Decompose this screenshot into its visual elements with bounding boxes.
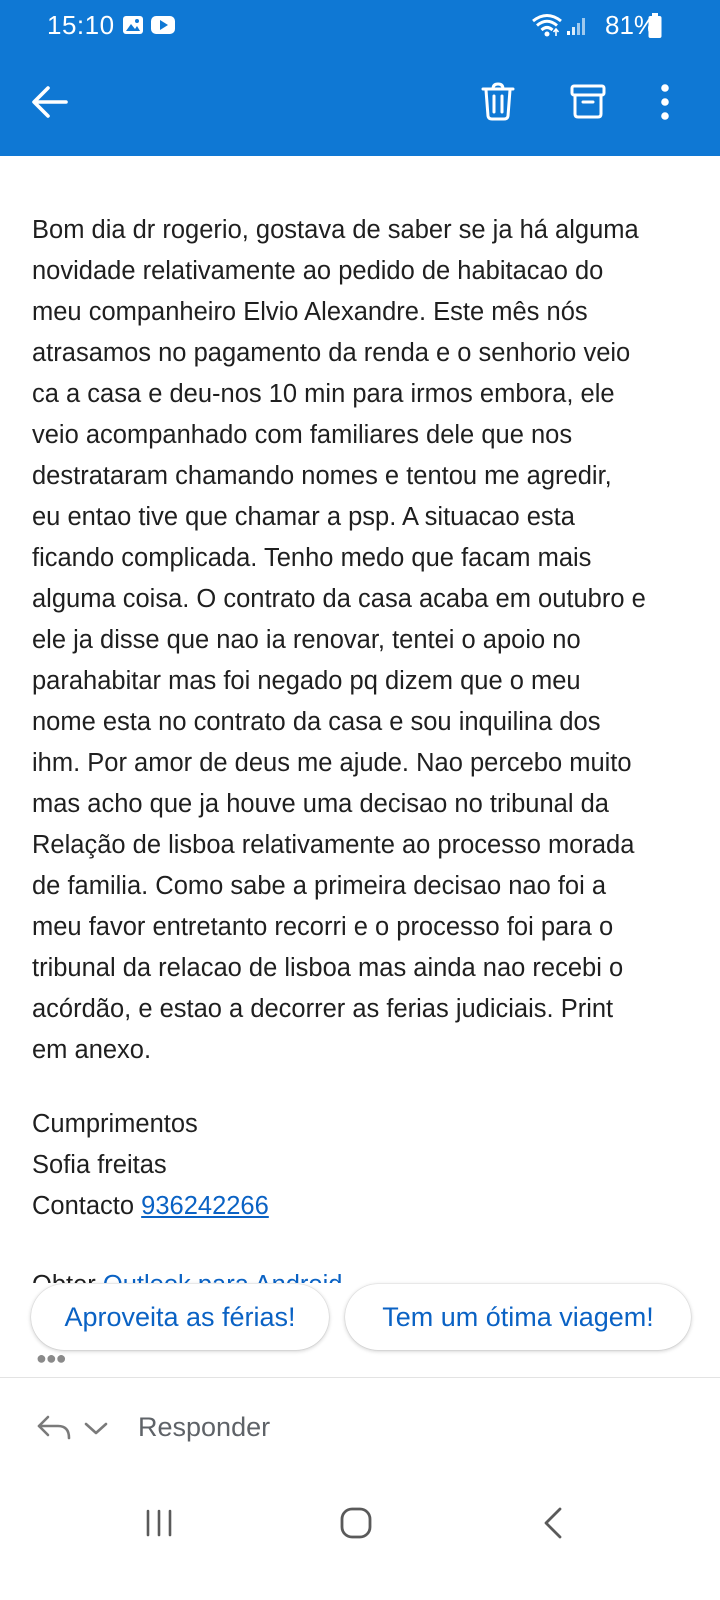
archive-button[interactable] <box>570 84 606 125</box>
reply-label[interactable]: Responder <box>138 1412 270 1443</box>
nav-back-button[interactable] <box>541 1506 565 1545</box>
trash-icon <box>480 82 516 126</box>
home-icon <box>339 1507 373 1544</box>
back-icon <box>541 1507 565 1544</box>
navigation-bar <box>0 1480 720 1600</box>
contact-phone-link[interactable]: 936242266 <box>141 1192 269 1220</box>
email-signature: Cumprimentos Sofia freitas Contacto 9362… <box>32 1104 702 1227</box>
contact-label: Contacto <box>32 1192 135 1220</box>
more-vert-icon <box>658 84 672 124</box>
email-body: Bom dia dr rogerio, gostava de saber se … <box>32 216 646 1064</box>
outlook-footer: Obter Outlook para Android <box>32 1265 452 1283</box>
smart-reply-chip[interactable]: Tem um ótima viagem! <box>345 1284 691 1350</box>
footer-prefix: Obter <box>32 1271 96 1283</box>
recent-apps-icon <box>144 1509 174 1542</box>
recent-apps-button[interactable] <box>144 1508 174 1543</box>
battery-icon <box>648 13 662 44</box>
gallery-icon <box>122 14 144 41</box>
wifi-icon <box>531 12 563 43</box>
youtube-icon <box>150 14 176 41</box>
app-bar: 15:10 81% <box>0 0 720 156</box>
reply-options-dropdown[interactable] <box>84 1422 108 1441</box>
archive-icon <box>570 84 606 124</box>
contact-line: Contacto 936242266 <box>32 1186 702 1227</box>
signal-icon <box>566 16 588 41</box>
more-dots-icon: ●●● <box>36 1348 67 1368</box>
reply-button[interactable] <box>36 1414 72 1447</box>
status-bar: 15:10 81% <box>0 0 720 52</box>
smart-reply-chip[interactable]: Aproveita as férias! <box>31 1284 329 1350</box>
arrow-left-icon <box>30 86 70 126</box>
outlook-android-link[interactable]: Outlook para Android <box>103 1271 343 1283</box>
delete-button[interactable] <box>480 82 516 127</box>
sender-name: Sofia freitas <box>32 1151 167 1179</box>
reply-bar: Responder <box>0 1378 720 1478</box>
status-time: 15:10 <box>47 10 115 40</box>
reply-icon <box>36 1415 72 1446</box>
home-button[interactable] <box>339 1506 373 1545</box>
closing-text: Cumprimentos <box>32 1110 198 1138</box>
more-options-button[interactable] <box>658 84 672 125</box>
chevron-down-icon <box>84 1422 108 1440</box>
back-button[interactable] <box>30 82 70 127</box>
